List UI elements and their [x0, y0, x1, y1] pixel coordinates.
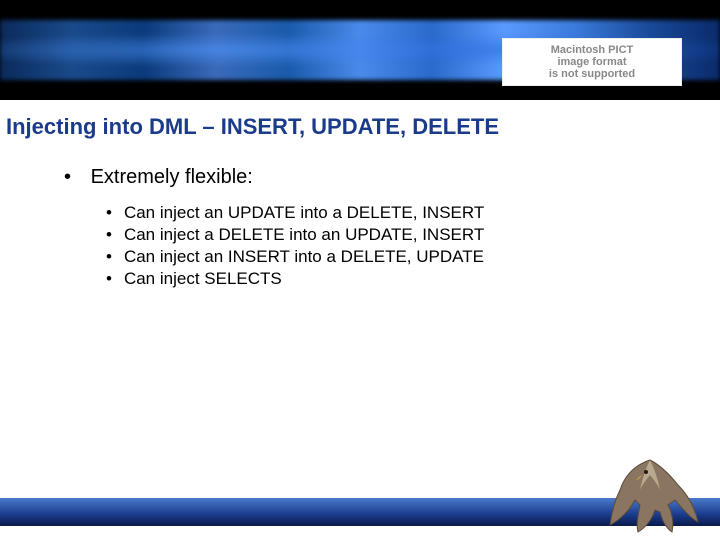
top-banner: Macintosh PICT image format is not suppo… — [0, 0, 720, 100]
bullet-main-text: Extremely flexible: — [91, 166, 253, 188]
content-area: Extremely flexible: Can inject an UPDATE… — [0, 140, 720, 289]
sub-bullet: Can inject a DELETE into an UPDATE, INSE… — [106, 225, 720, 245]
pict-line3: is not supported — [549, 68, 635, 80]
pict-line1: Macintosh PICT — [551, 44, 634, 56]
falcon-logo-icon — [590, 450, 710, 540]
sub-bullet: Can inject an UPDATE into a DELETE, INSE… — [106, 203, 720, 223]
pict-placeholder: Macintosh PICT image format is not suppo… — [502, 38, 682, 86]
slide-title: Injecting into DML – INSERT, UPDATE, DEL… — [0, 100, 720, 140]
bullet-main: Extremely flexible: Can inject an UPDATE… — [64, 166, 720, 289]
sub-bullet: Can inject SELECTS — [106, 269, 720, 289]
pict-line2: image format — [557, 56, 626, 68]
sub-bullet: Can inject an INSERT into a DELETE, UPDA… — [106, 247, 720, 267]
